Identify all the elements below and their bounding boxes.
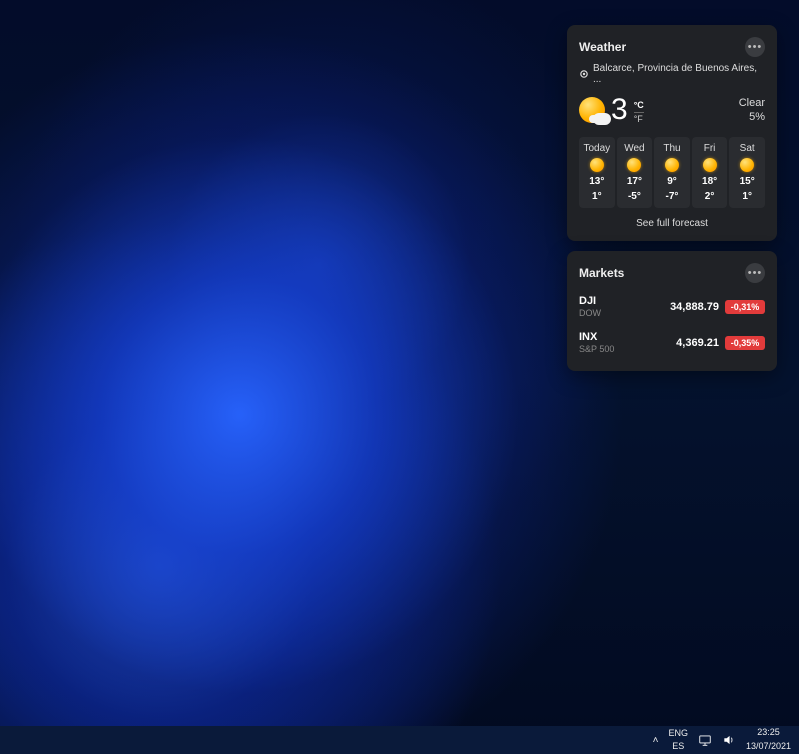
forecast-day[interactable]: Today 13° 1°	[579, 137, 615, 208]
taskbar-clock[interactable]: 23:25 13/07/2021	[746, 728, 791, 752]
weather-humidity: 5%	[739, 110, 765, 124]
more-icon: •••	[748, 267, 763, 279]
market-row[interactable]: INX S&P 500 4,369.21 -0,35%	[579, 325, 765, 361]
more-icon: •••	[748, 41, 763, 53]
forecast-hi: 18°	[702, 176, 717, 187]
weather-title: Weather	[579, 40, 626, 54]
tray-overflow-button[interactable]: ˄	[653, 735, 659, 746]
markets-more-button[interactable]: •••	[745, 263, 765, 283]
language-secondary: ES	[672, 742, 684, 751]
taskbar-date: 13/07/2021	[746, 742, 791, 752]
language-switcher[interactable]: ENG ES	[668, 729, 688, 751]
market-price: 34,888.79	[670, 301, 719, 313]
forecast-day-label: Wed	[624, 143, 644, 154]
forecast-hi: 17°	[627, 176, 642, 187]
forecast-hi: 15°	[740, 176, 755, 187]
weather-location: Balcarce, Provincia de Buenos Aires, ...	[593, 63, 765, 85]
markets-widget[interactable]: Markets ••• DJI DOW 34,888.79 -0,31% INX…	[567, 251, 777, 371]
weather-widget[interactable]: Weather ••• Balcarce, Provincia de Bueno…	[567, 25, 777, 241]
weather-current-row: 3 °C °F Clear 5%	[579, 93, 765, 127]
market-change-badge: -0,31%	[725, 300, 765, 314]
weather-current-left: 3 °C °F	[579, 93, 644, 127]
see-full-forecast-link[interactable]: See full forecast	[579, 216, 765, 231]
forecast-row: Today 13° 1° Wed 17° -5° Thu 9° -7° Fri …	[579, 137, 765, 208]
weather-condition: Clear	[739, 96, 765, 110]
unit-celsius[interactable]: °C	[634, 101, 644, 113]
forecast-day-label: Fri	[704, 143, 716, 154]
weather-more-button[interactable]: •••	[745, 37, 765, 57]
sunny-icon	[665, 158, 679, 172]
weather-location-row[interactable]: Balcarce, Provincia de Buenos Aires, ...	[579, 63, 765, 85]
market-price: 4,369.21	[676, 337, 719, 349]
forecast-hi: 9°	[667, 176, 677, 187]
forecast-hi: 13°	[589, 176, 604, 187]
location-icon	[579, 69, 589, 79]
forecast-lo: -7°	[666, 191, 679, 202]
forecast-lo: 1°	[742, 191, 752, 202]
sunny-icon	[627, 158, 641, 172]
markets-header: Markets •••	[579, 263, 765, 283]
temperature-unit-toggle[interactable]: °C °F	[634, 97, 644, 124]
taskbar-time: 23:25	[757, 728, 780, 738]
market-left: DJI DOW	[579, 295, 601, 319]
taskbar: ˄ ENG ES 23:25 13/07/2021	[0, 726, 799, 754]
forecast-day[interactable]: Wed 17° -5°	[617, 137, 653, 208]
forecast-lo: 1°	[592, 191, 602, 202]
forecast-day[interactable]: Thu 9° -7°	[654, 137, 690, 208]
market-symbol: INX	[579, 331, 614, 344]
forecast-lo: -5°	[628, 191, 641, 202]
current-temperature: 3	[611, 93, 628, 127]
sunny-icon	[740, 158, 754, 172]
market-name: S&P 500	[579, 344, 614, 355]
weather-header: Weather •••	[579, 37, 765, 57]
forecast-day-label: Thu	[663, 143, 680, 154]
unit-fahrenheit[interactable]: °F	[634, 115, 644, 124]
market-change-badge: -0,35%	[725, 336, 765, 350]
market-name: DOW	[579, 308, 601, 319]
widgets-panel: Weather ••• Balcarce, Provincia de Bueno…	[567, 25, 777, 371]
market-symbol: DJI	[579, 295, 601, 308]
partly-cloudy-icon	[579, 97, 605, 123]
forecast-day[interactable]: Sat 15° 1°	[729, 137, 765, 208]
markets-title: Markets	[579, 266, 624, 280]
speaker-icon	[722, 733, 736, 747]
sunny-icon	[703, 158, 717, 172]
taskbar-volume-button[interactable]	[722, 733, 736, 747]
market-row[interactable]: DJI DOW 34,888.79 -0,31%	[579, 289, 765, 325]
forecast-day-label: Today	[583, 143, 610, 154]
monitor-icon	[698, 733, 712, 747]
language-primary: ENG	[668, 729, 688, 738]
sunny-icon	[590, 158, 604, 172]
market-left: INX S&P 500	[579, 331, 614, 355]
forecast-day-label: Sat	[740, 143, 755, 154]
forecast-day[interactable]: Fri 18° 2°	[692, 137, 728, 208]
weather-current-right: Clear 5%	[739, 96, 765, 125]
chevron-up-icon: ˄	[653, 735, 659, 746]
forecast-lo: 2°	[705, 191, 715, 202]
taskbar-network-button[interactable]	[698, 733, 712, 747]
